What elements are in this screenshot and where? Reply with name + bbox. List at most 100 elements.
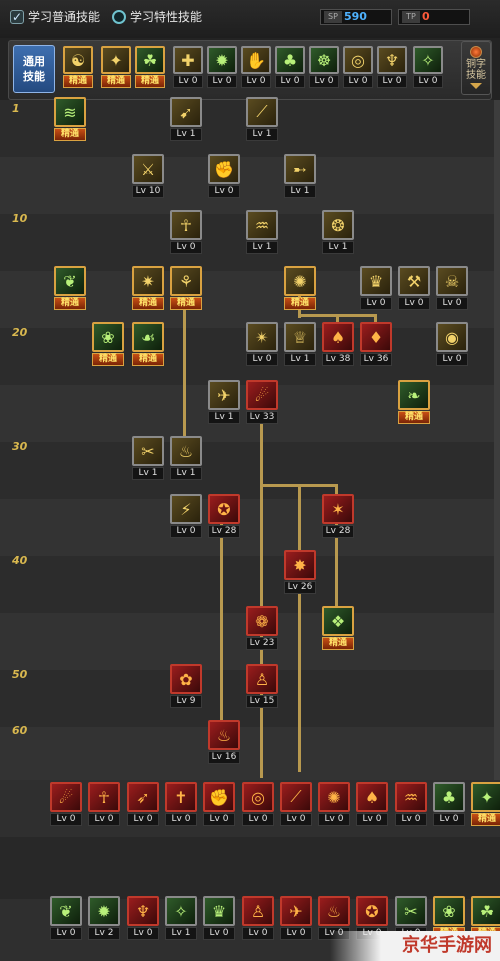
skill-icon[interactable]: ✦ [471, 782, 500, 812]
skill-icon[interactable]: ❂ [322, 210, 354, 240]
top-skill-slot[interactable]: ◎ Lv 0 [343, 46, 373, 88]
skill-icon[interactable]: ✷ [132, 266, 164, 296]
skill-icon[interactable]: ♙ [246, 664, 278, 694]
hotkey-slot[interactable]: ☥ Lv 0 [88, 782, 120, 826]
skill-icon[interactable]: ♣ [433, 782, 465, 812]
top-skill-slot[interactable]: ✧ Lv 0 [413, 46, 443, 88]
skill-icon[interactable]: ◉ [436, 322, 468, 352]
skill-icon[interactable]: ♆ [377, 46, 407, 74]
tree-skill-node[interactable]: ♕ Lv 1 [284, 322, 316, 366]
skill-icon[interactable]: ✪ [208, 494, 240, 524]
hotkey-slot[interactable]: ⟋ Lv 0 [280, 782, 312, 826]
skill-icon[interactable]: ♨ [208, 720, 240, 750]
tree-skill-node[interactable]: ✺ 精通 [284, 266, 316, 310]
top-skill-slot[interactable]: ✋ Lv 0 [241, 46, 271, 88]
skill-icon[interactable]: ➹ [170, 97, 202, 127]
skill-icon[interactable]: ☯ [63, 46, 93, 74]
skill-icon[interactable]: ≋ [54, 97, 86, 127]
top-skill-slot[interactable]: ✦ 精通 [101, 46, 131, 88]
hotkey-slot[interactable]: ♒ Lv 0 [395, 782, 427, 826]
skill-icon[interactable]: ♙ [242, 896, 274, 926]
top-skill-slot[interactable]: ☸ Lv 0 [309, 46, 339, 88]
skill-icon[interactable]: ✈ [208, 380, 240, 410]
tree-skill-node[interactable]: ✴ Lv 0 [246, 322, 278, 366]
skill-icon[interactable]: ✧ [165, 896, 197, 926]
hotkey-slot[interactable]: ✊ Lv 0 [203, 782, 235, 826]
skill-icon[interactable]: ✿ [170, 664, 202, 694]
radio-icon[interactable] [112, 9, 126, 24]
skill-icon[interactable]: ☘ [135, 46, 165, 74]
top-skill-slot[interactable]: ♆ Lv 0 [377, 46, 407, 88]
learn-normal-option[interactable]: ✓ 学习普通技能 [10, 8, 100, 25]
tree-skill-node[interactable]: ≋ 精通 [54, 97, 86, 141]
hotkey-slot[interactable]: ✈ Lv 0 [280, 896, 312, 940]
skill-icon[interactable]: ♠ [356, 782, 388, 812]
skill-icon[interactable]: ☥ [88, 782, 120, 812]
skill-icon[interactable]: ⟋ [280, 782, 312, 812]
tree-skill-node[interactable]: ❀ 精通 [92, 322, 124, 366]
skill-icon[interactable]: ✂ [132, 436, 164, 466]
tree-skill-node[interactable]: ✈ Lv 1 [208, 380, 240, 424]
tree-skill-node[interactable]: ✷ 精通 [132, 266, 164, 310]
skill-icon[interactable]: ✶ [322, 494, 354, 524]
skill-icon[interactable]: ❖ [322, 606, 354, 636]
skill-icon[interactable]: ⚘ [170, 266, 202, 296]
tree-skill-node[interactable]: ☠ Lv 0 [436, 266, 468, 310]
skill-icon[interactable]: ♦ [360, 322, 392, 352]
skill-icon[interactable]: ✴ [246, 322, 278, 352]
tree-skill-node[interactable]: ✪ Lv 28 [208, 494, 240, 538]
skill-icon[interactable]: ☄ [246, 380, 278, 410]
skill-icon[interactable]: ✂ [395, 896, 427, 926]
learn-special-option[interactable]: 学习特性技能 [112, 8, 202, 25]
hotkey-slot[interactable]: ✝ Lv 0 [165, 782, 197, 826]
tree-skill-node[interactable]: ☙ 精通 [132, 322, 164, 366]
skill-icon[interactable]: ⚡ [170, 494, 202, 524]
skill-icon[interactable]: ✹ [88, 896, 120, 926]
tree-skill-node[interactable]: ➹ Lv 1 [170, 97, 202, 141]
skill-icon[interactable]: ♕ [284, 322, 316, 352]
skill-icon[interactable]: ☄ [50, 782, 82, 812]
tree-skill-node[interactable]: ✿ Lv 9 [170, 664, 202, 708]
hotkey-slot[interactable]: ➶ Lv 0 [127, 782, 159, 826]
skill-icon[interactable]: ♛ [203, 896, 235, 926]
skill-icon[interactable]: ♆ [127, 896, 159, 926]
tree-skill-node[interactable]: ☄ Lv 33 [246, 380, 278, 424]
hotkey-slot[interactable]: ✺ Lv 0 [318, 782, 350, 826]
skill-icon[interactable]: ❁ [246, 606, 278, 636]
hotkey-slot[interactable]: ♣ Lv 0 [433, 782, 465, 826]
skill-icon[interactable]: ⚔ [132, 154, 164, 184]
skill-icon[interactable]: ♣ [275, 46, 305, 74]
skill-icon[interactable]: ✺ [318, 782, 350, 812]
tree-skill-node[interactable]: ❖ 精通 [322, 606, 354, 650]
skill-icon[interactable]: ❀ [92, 322, 124, 352]
tree-skill-node[interactable]: ♠ Lv 38 [322, 322, 354, 366]
skill-icon[interactable]: ✊ [208, 154, 240, 184]
top-skill-slot[interactable]: ✹ Lv 0 [207, 46, 237, 88]
skill-icon[interactable]: ✋ [241, 46, 271, 74]
tree-skill-node[interactable]: ❁ Lv 23 [246, 606, 278, 650]
skill-icon[interactable]: ☘ [471, 896, 500, 926]
skill-icon[interactable]: ✊ [203, 782, 235, 812]
top-skill-slot[interactable]: ☘ 精通 [135, 46, 165, 88]
skill-icon[interactable]: ⟋ [246, 97, 278, 127]
tree-skill-node[interactable]: ♨ Lv 1 [170, 436, 202, 480]
skill-icon[interactable]: ✪ [356, 896, 388, 926]
tree-skill-node[interactable]: ⟋ Lv 1 [246, 97, 278, 141]
tree-skill-node[interactable]: ❦ 精通 [54, 266, 86, 310]
skill-icon[interactable]: ➶ [127, 782, 159, 812]
tree-skill-node[interactable]: ✸ Lv 26 [284, 550, 316, 594]
skill-icon[interactable]: ◎ [242, 782, 274, 812]
skill-icon[interactable]: ☠ [436, 266, 468, 296]
tree-skill-node[interactable]: ⚡ Lv 0 [170, 494, 202, 538]
skill-icon[interactable]: ✺ [284, 266, 316, 296]
skill-icon[interactable]: ✸ [284, 550, 316, 580]
hotkey-slot[interactable]: ✦ 精通 [471, 782, 500, 826]
tree-skill-node[interactable]: ♒ Lv 1 [246, 210, 278, 254]
skill-icon[interactable]: ❦ [50, 896, 82, 926]
skill-icon[interactable]: ♒ [246, 210, 278, 240]
tree-skill-node[interactable]: ♛ Lv 0 [360, 266, 392, 310]
tree-skill-node[interactable]: ♙ Lv 15 [246, 664, 278, 708]
hotkey-slot[interactable]: ◎ Lv 0 [242, 782, 274, 826]
skill-icon[interactable]: ♛ [360, 266, 392, 296]
top-skill-slot[interactable]: ✚ Lv 0 [173, 46, 203, 88]
